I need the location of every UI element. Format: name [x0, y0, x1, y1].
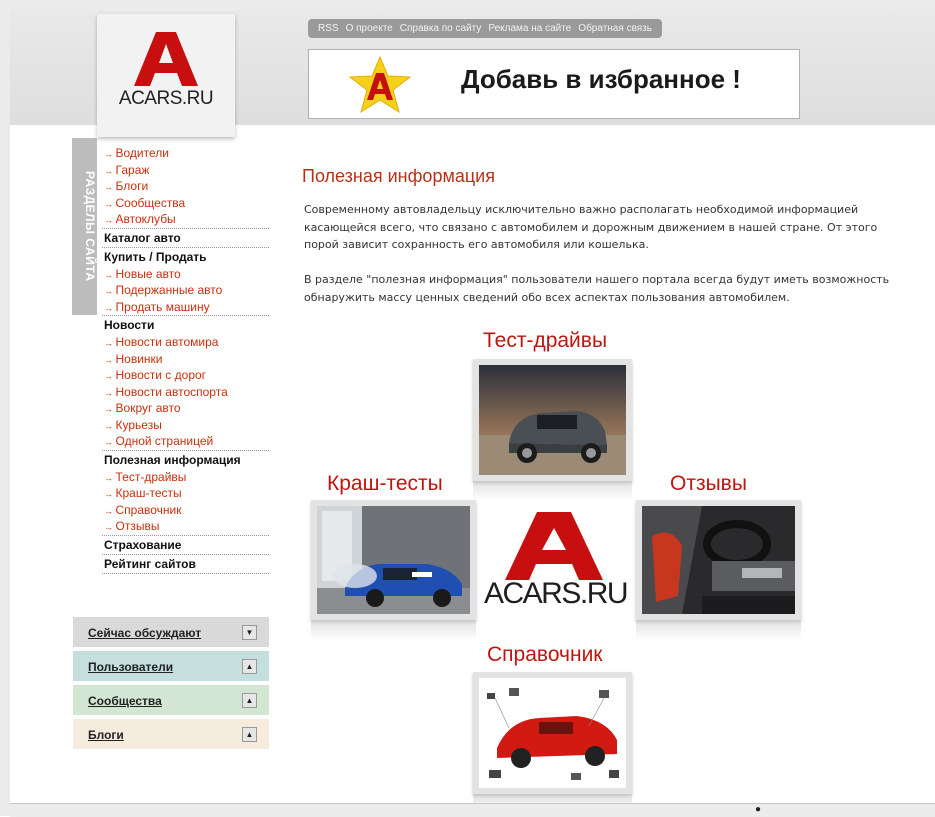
accordion-discussing[interactable]: Сейчас обсуждают ▼	[73, 617, 269, 647]
test-drives-image[interactable]	[473, 359, 632, 481]
crash-tests-image[interactable]	[311, 500, 476, 620]
nav-section-news[interactable]: Новости	[102, 315, 269, 334]
logo-a-icon: A	[134, 32, 198, 86]
logo-text: ACARS.RU	[118, 88, 214, 109]
sections-tab-label: РАЗДЕЛЫ САЙТА	[83, 171, 97, 282]
accordion-label[interactable]: Сейчас обсуждают	[88, 626, 201, 640]
car-diagram-icon	[479, 678, 626, 788]
test-drives-label[interactable]: Тест-драйвы	[483, 329, 607, 353]
chevron-up-icon[interactable]: ▲	[242, 659, 257, 674]
center-logo-text: ACARS.RU	[484, 577, 629, 610]
accordion-users[interactable]: Пользователи ▲	[73, 651, 269, 681]
nav-item-garage[interactable]: Гараж	[104, 162, 269, 179]
nav-item-new-cars[interactable]: Новые авто	[104, 266, 269, 283]
nav-divider	[102, 572, 269, 574]
accordion-blogs[interactable]: Блоги ▲	[73, 719, 269, 749]
center-logo-a-icon[interactable]	[487, 512, 621, 580]
nav-item-motorsport-news[interactable]: Новости автоспорта	[104, 384, 269, 401]
crash-photo-icon	[317, 506, 470, 614]
sidebar-accordion: Сейчас обсуждают ▼ Пользователи ▲ Сообще…	[73, 617, 269, 753]
star-icon	[348, 56, 412, 114]
nav-item-blogs[interactable]: Блоги	[104, 178, 269, 195]
nav-item-novelties[interactable]: Новинки	[104, 351, 269, 368]
reviews-image[interactable]	[636, 500, 801, 620]
chevron-up-icon[interactable]: ▲	[242, 727, 257, 742]
chevron-down-icon[interactable]: ▼	[242, 625, 257, 640]
status-zone-icons: ●	[755, 804, 761, 815]
nav-item-test-drives[interactable]: Тест-драйвы	[104, 469, 269, 486]
nav-section-buy-sell[interactable]: Купить / Продать	[102, 246, 269, 266]
nav-item-reference[interactable]: Справочник	[104, 502, 269, 519]
crash-tests-reflection	[311, 620, 476, 640]
browser-status-bar: ●	[10, 803, 935, 817]
nav-item-sell-car[interactable]: Продать машину	[104, 299, 269, 316]
reference-label[interactable]: Справочник	[487, 643, 603, 667]
nav-section-insurance[interactable]: Страхование	[102, 534, 269, 554]
browser-frame-left	[0, 0, 10, 816]
globe-icon: ●	[755, 804, 762, 815]
site-sections-nav: Водители Гараж Блоги Сообщества Автоклуб…	[102, 145, 269, 574]
crash-tests-label[interactable]: Краш-тесты	[327, 472, 443, 496]
page-title: Полезная информация	[302, 166, 495, 186]
browser-frame-top	[0, 0, 935, 10]
nav-item-around-auto[interactable]: Вокруг авто	[104, 400, 269, 417]
nav-item-auto-news[interactable]: Новости автомира	[104, 334, 269, 351]
interior-photo-icon	[642, 506, 795, 614]
bookmark-banner[interactable]: Добавь в избранное !	[308, 49, 800, 119]
nav-item-used-cars[interactable]: Подержанные авто	[104, 282, 269, 299]
section-paragraph: В разделе "полезная информация" пользова…	[304, 273, 890, 304]
logo-letter: A	[134, 32, 135, 33]
nav-item-autoclubs[interactable]: Автоклубы	[104, 211, 269, 228]
nav-section-rating[interactable]: Рейтинг сайтов	[102, 553, 269, 573]
reviews-label[interactable]: Отзывы	[670, 472, 747, 496]
site-logo[interactable]: A ACARS.RU	[97, 14, 235, 137]
accordion-label[interactable]: Пользователи	[88, 660, 173, 674]
top-link-about[interactable]: О проекте	[346, 23, 393, 34]
banner-text: Добавь в избранное !	[461, 64, 741, 94]
nav-item-road-news[interactable]: Новости с дорог	[104, 367, 269, 384]
nav-item-drivers[interactable]: Водители	[104, 145, 269, 162]
nav-item-one-page[interactable]: Одной страницей	[104, 433, 269, 450]
test-drives-reflection	[473, 481, 632, 501]
accordion-communities[interactable]: Сообщества ▲	[73, 685, 269, 715]
top-link-help[interactable]: Справка по сайту	[400, 23, 482, 34]
accordion-label[interactable]: Блоги	[88, 728, 124, 742]
car-photo-icon	[479, 365, 626, 475]
nav-item-communities[interactable]: Сообщества	[104, 195, 269, 212]
nav-section-catalog[interactable]: Каталог авто	[102, 227, 269, 247]
nav-item-reviews[interactable]: Отзывы	[104, 518, 269, 535]
reviews-reflection	[636, 620, 801, 640]
nav-section-useful[interactable]: Полезная информация	[102, 449, 269, 469]
accordion-label[interactable]: Сообщества	[88, 694, 162, 708]
top-link-feedback[interactable]: Обратная связь	[578, 23, 652, 34]
reference-image[interactable]	[473, 672, 632, 794]
chevron-up-icon[interactable]: ▲	[242, 693, 257, 708]
top-link-rss[interactable]: RSS	[318, 23, 339, 34]
intro-paragraph: Современному автовладельцу исключительно…	[304, 203, 878, 251]
nav-item-curiosities[interactable]: Курьезы	[104, 417, 269, 434]
top-link-ads[interactable]: Реклама на сайте	[488, 23, 571, 34]
top-links-bar: RSS О проекте Справка по сайту Реклама н…	[308, 19, 662, 38]
nav-item-crash-tests[interactable]: Краш-тесты	[104, 485, 269, 502]
